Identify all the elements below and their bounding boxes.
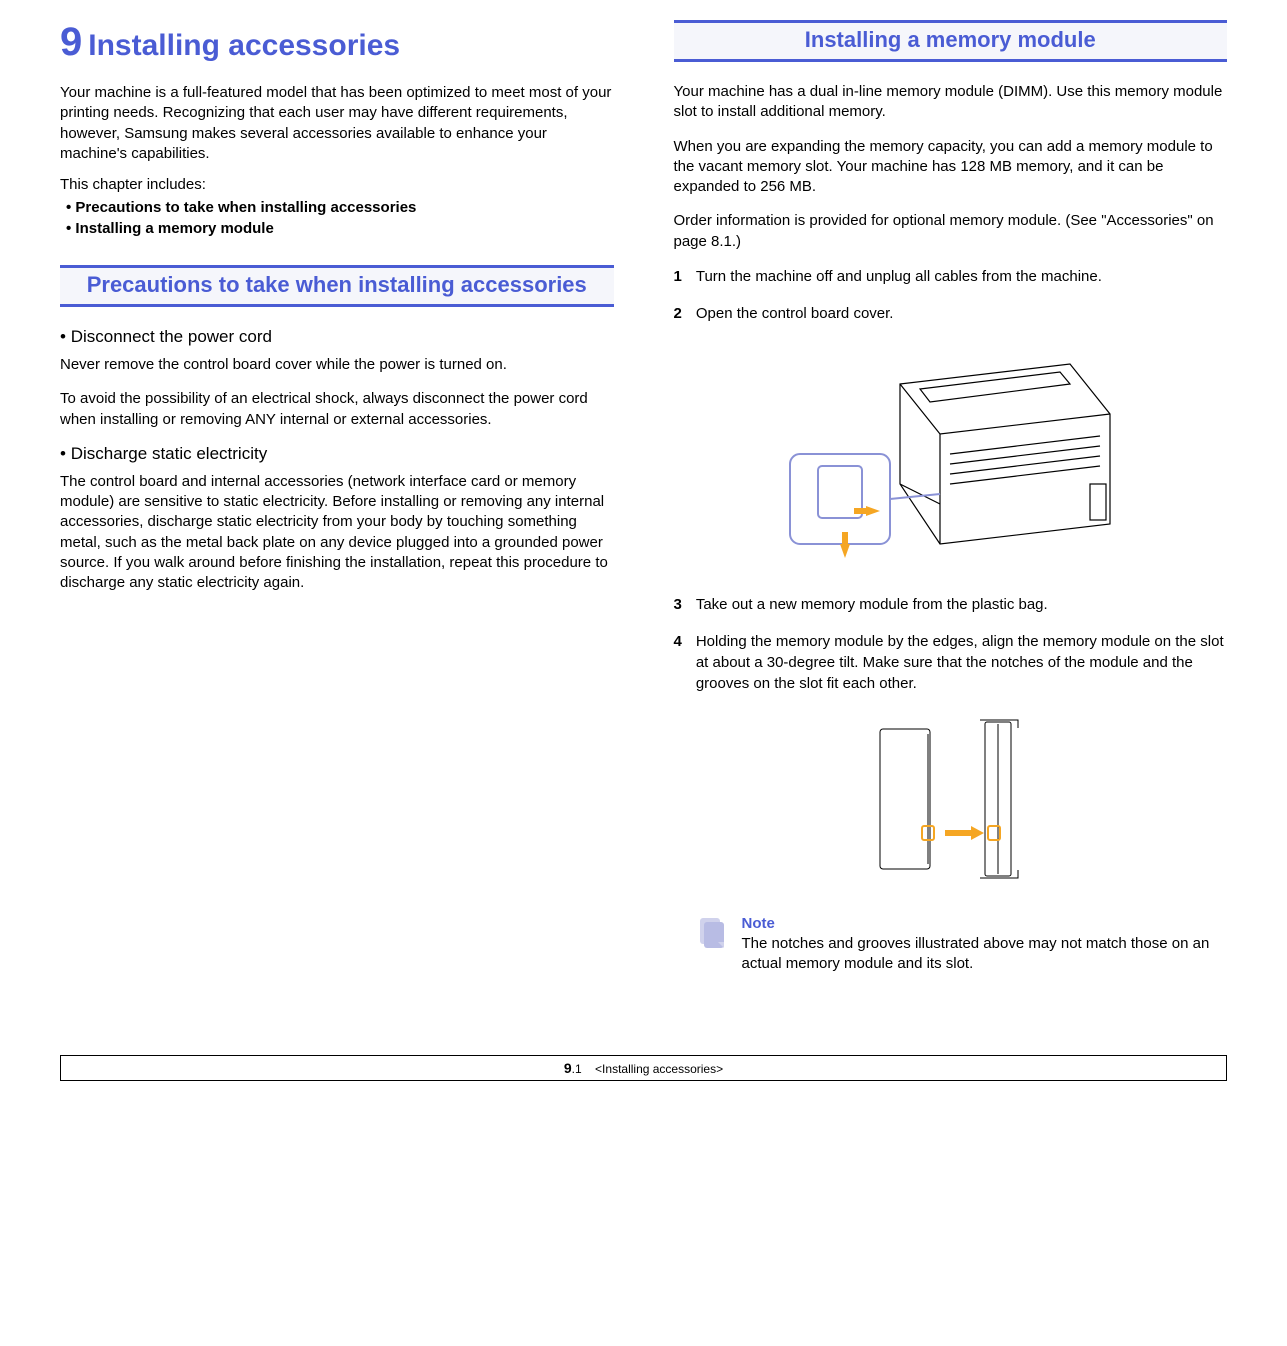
sub-disconnect-p1: Never remove the control board cover whi… — [60, 355, 614, 375]
step-3-text: Take out a new memory module from the pl… — [696, 594, 1048, 615]
step-3: 3 Take out a new memory module from the … — [674, 594, 1228, 615]
step-3-num: 3 — [674, 594, 682, 615]
includes-item-2: Installing a memory module — [66, 220, 614, 237]
dimm-illustration-icon — [850, 714, 1050, 884]
note-icon — [694, 914, 730, 975]
includes-list: Precautions to take when installing acce… — [60, 199, 614, 237]
note-body: Note The notches and grooves illustrated… — [742, 914, 1228, 975]
sub-discharge: Discharge static electricity — [60, 444, 614, 464]
sub-disconnect-p2: To avoid the possibility of an electrica… — [60, 389, 614, 430]
includes-label: This chapter includes: — [60, 176, 614, 193]
steps-list-cont: 3 Take out a new memory module from the … — [674, 594, 1228, 694]
step-4: 4 Holding the memory module by the edges… — [674, 631, 1228, 694]
chapter-intro: Your machine is a full-featured model th… — [60, 83, 614, 164]
footer-title: <Installing accessories> — [595, 1062, 723, 1076]
section-precautions-heading: Precautions to take when installing acce… — [60, 265, 614, 307]
left-column: 9 Installing accessories Your machine is… — [60, 20, 614, 975]
note-block: Note The notches and grooves illustrated… — [674, 914, 1228, 975]
step-1: 1 Turn the machine off and unplug all ca… — [674, 266, 1228, 287]
step-2-text: Open the control board cover. — [696, 303, 894, 324]
section-memory-heading: Installing a memory module — [674, 20, 1228, 62]
memory-p1: Your machine has a dual in-line memory m… — [674, 82, 1228, 123]
page-content: 9 Installing accessories Your machine is… — [60, 20, 1227, 975]
note-text: The notches and grooves illustrated abov… — [742, 935, 1210, 972]
step-1-num: 1 — [674, 266, 682, 287]
chapter-title: 9 Installing accessories — [60, 20, 614, 65]
step-4-num: 4 — [674, 631, 682, 694]
page-footer: 9.1 <Installing accessories> — [60, 1055, 1227, 1081]
step-2: 2 Open the control board cover. — [674, 303, 1228, 324]
footer-pagenum: 1 — [575, 1062, 582, 1076]
sub-disconnect: Disconnect the power cord — [60, 327, 614, 347]
memory-p3: Order information is provided for option… — [674, 211, 1228, 252]
printer-illustration-icon — [770, 344, 1130, 564]
steps-list: 1 Turn the machine off and unplug all ca… — [674, 266, 1228, 324]
note-title: Note — [742, 914, 1228, 934]
step-1-text: Turn the machine off and unplug all cabl… — [696, 266, 1102, 287]
step-4-text: Holding the memory module by the edges, … — [696, 631, 1227, 694]
chapter-title-text: Installing accessories — [88, 29, 400, 63]
figure-dimm — [674, 714, 1228, 884]
includes-item-1: Precautions to take when installing acce… — [66, 199, 614, 216]
memory-p2: When you are expanding the memory capaci… — [674, 137, 1228, 198]
step-2-num: 2 — [674, 303, 682, 324]
figure-printer — [674, 344, 1228, 564]
sub-discharge-p1: The control board and internal accessori… — [60, 472, 614, 594]
chapter-number: 9 — [60, 20, 82, 65]
footer-chapter: 9 — [564, 1060, 572, 1076]
right-column: Installing a memory module Your machine … — [674, 20, 1228, 975]
